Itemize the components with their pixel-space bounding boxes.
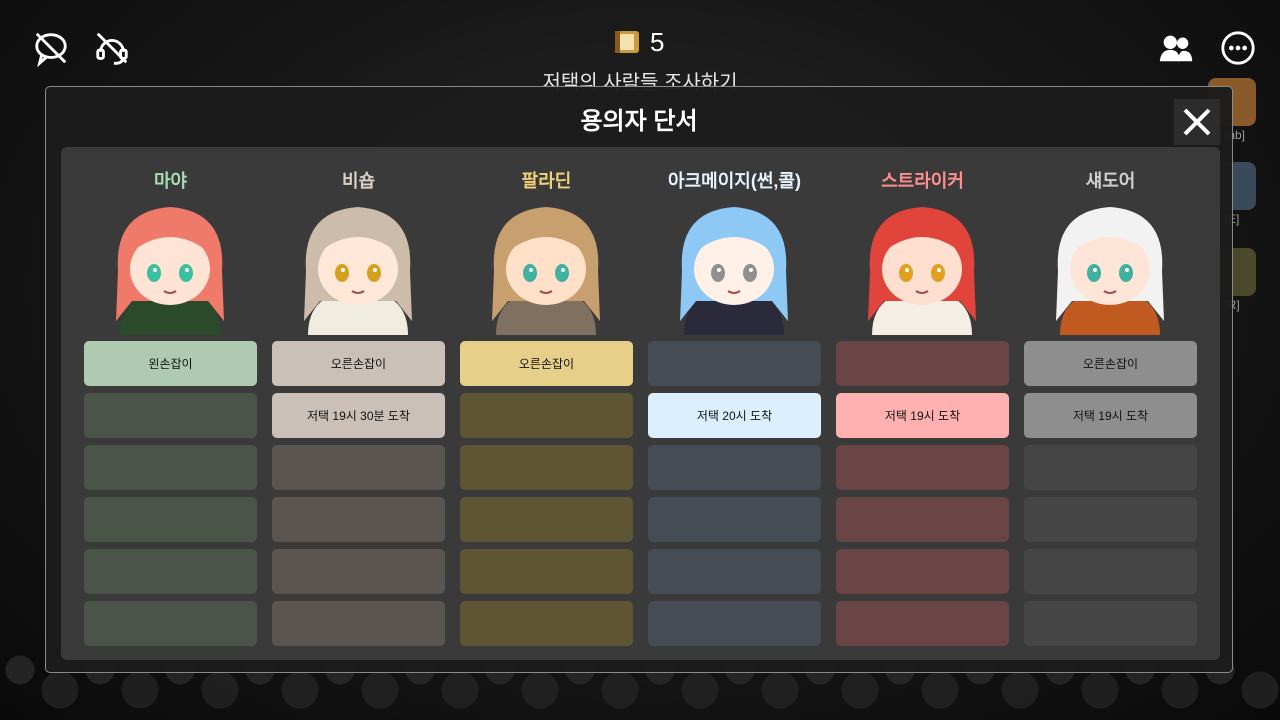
- suspect-portrait: [116, 207, 224, 335]
- clue-slot[interactable]: 저택 19시 30분 도착: [272, 393, 445, 438]
- party-icon[interactable]: [1156, 28, 1196, 68]
- panel-title: 용의자 단서: [580, 108, 698, 135]
- clue-slot[interactable]: [836, 549, 1009, 594]
- clue-slot[interactable]: 왼손잡이: [84, 341, 257, 386]
- more-menu-icon[interactable]: [1218, 28, 1258, 68]
- suspect-portrait: [680, 207, 788, 335]
- clue-slot[interactable]: [836, 497, 1009, 542]
- close-button[interactable]: [1174, 99, 1220, 145]
- suspect-clues-panel: 용의자 단서 마야왼손잡이 비숍오른손잡이저택 19시 30분 도착 팔라딘오른손잡…: [45, 86, 1233, 673]
- clue-slot[interactable]: 오른손잡이: [272, 341, 445, 386]
- clue-slot[interactable]: [836, 341, 1009, 386]
- clue-slot[interactable]: [84, 549, 257, 594]
- clue-slot[interactable]: [836, 601, 1009, 646]
- close-icon: [1183, 108, 1211, 136]
- clue-slot[interactable]: 저택 19시 도착: [1024, 393, 1197, 438]
- suspect-portrait: [1056, 207, 1164, 335]
- clue-slot[interactable]: [272, 549, 445, 594]
- suspect-name: 아크메이지(썬,콜): [668, 171, 801, 191]
- clue-slot[interactable]: [272, 497, 445, 542]
- clue-slot[interactable]: [1024, 601, 1197, 646]
- suspect-board: 마야왼손잡이 비숍오른손잡이저택 19시 30분 도착 팔라딘오른손잡이 아크메이지(…: [61, 147, 1220, 660]
- suspect-portrait: [868, 207, 976, 335]
- clue-slot[interactable]: [648, 497, 821, 542]
- chat-off-icon[interactable]: [31, 28, 71, 68]
- clue-slot[interactable]: [460, 445, 633, 490]
- clue-slot[interactable]: [1024, 445, 1197, 490]
- clue-slot[interactable]: [84, 497, 257, 542]
- suspect-name: 스트라이커: [881, 171, 964, 191]
- clue-slot[interactable]: [460, 497, 633, 542]
- suspect-name: 마야: [153, 171, 188, 191]
- clue-slot[interactable]: [460, 549, 633, 594]
- game-screen: 5 저택의 사람들 조사하기 [Tab] [E] [R] 용의자 단서 마야왼손…: [0, 0, 1280, 720]
- clue-slot[interactable]: [836, 445, 1009, 490]
- voice-off-icon[interactable]: [92, 28, 132, 68]
- clue-slot[interactable]: [648, 601, 821, 646]
- clue-slot[interactable]: [84, 601, 257, 646]
- clue-slot[interactable]: 오른손잡이: [1024, 341, 1197, 386]
- clue-slot[interactable]: [648, 549, 821, 594]
- clue-slot[interactable]: [272, 445, 445, 490]
- item-counter: 5: [612, 26, 664, 58]
- suspect-portrait: [304, 207, 412, 335]
- clue-slot[interactable]: [84, 445, 257, 490]
- counter-value: 5: [650, 26, 665, 57]
- clue-slot[interactable]: [1024, 549, 1197, 594]
- suspect-name: 팔라딘: [521, 171, 572, 191]
- clue-slot[interactable]: 저택 20시 도착: [648, 393, 821, 438]
- clue-slot[interactable]: [84, 393, 257, 438]
- clue-slot[interactable]: [1024, 497, 1197, 542]
- suspect-name: 비숍: [341, 171, 376, 191]
- clue-slot[interactable]: [648, 445, 821, 490]
- clue-slot[interactable]: [272, 601, 445, 646]
- clue-slot[interactable]: 오른손잡이: [460, 341, 633, 386]
- scroll-icon: [615, 31, 639, 53]
- clue-slot[interactable]: 저택 19시 도착: [836, 393, 1009, 438]
- clue-slot[interactable]: [460, 393, 633, 438]
- clue-slot[interactable]: [460, 601, 633, 646]
- suspect-name: 섀도어: [1085, 171, 1136, 191]
- clue-slot[interactable]: [648, 341, 821, 386]
- suspect-portrait: [492, 207, 600, 335]
